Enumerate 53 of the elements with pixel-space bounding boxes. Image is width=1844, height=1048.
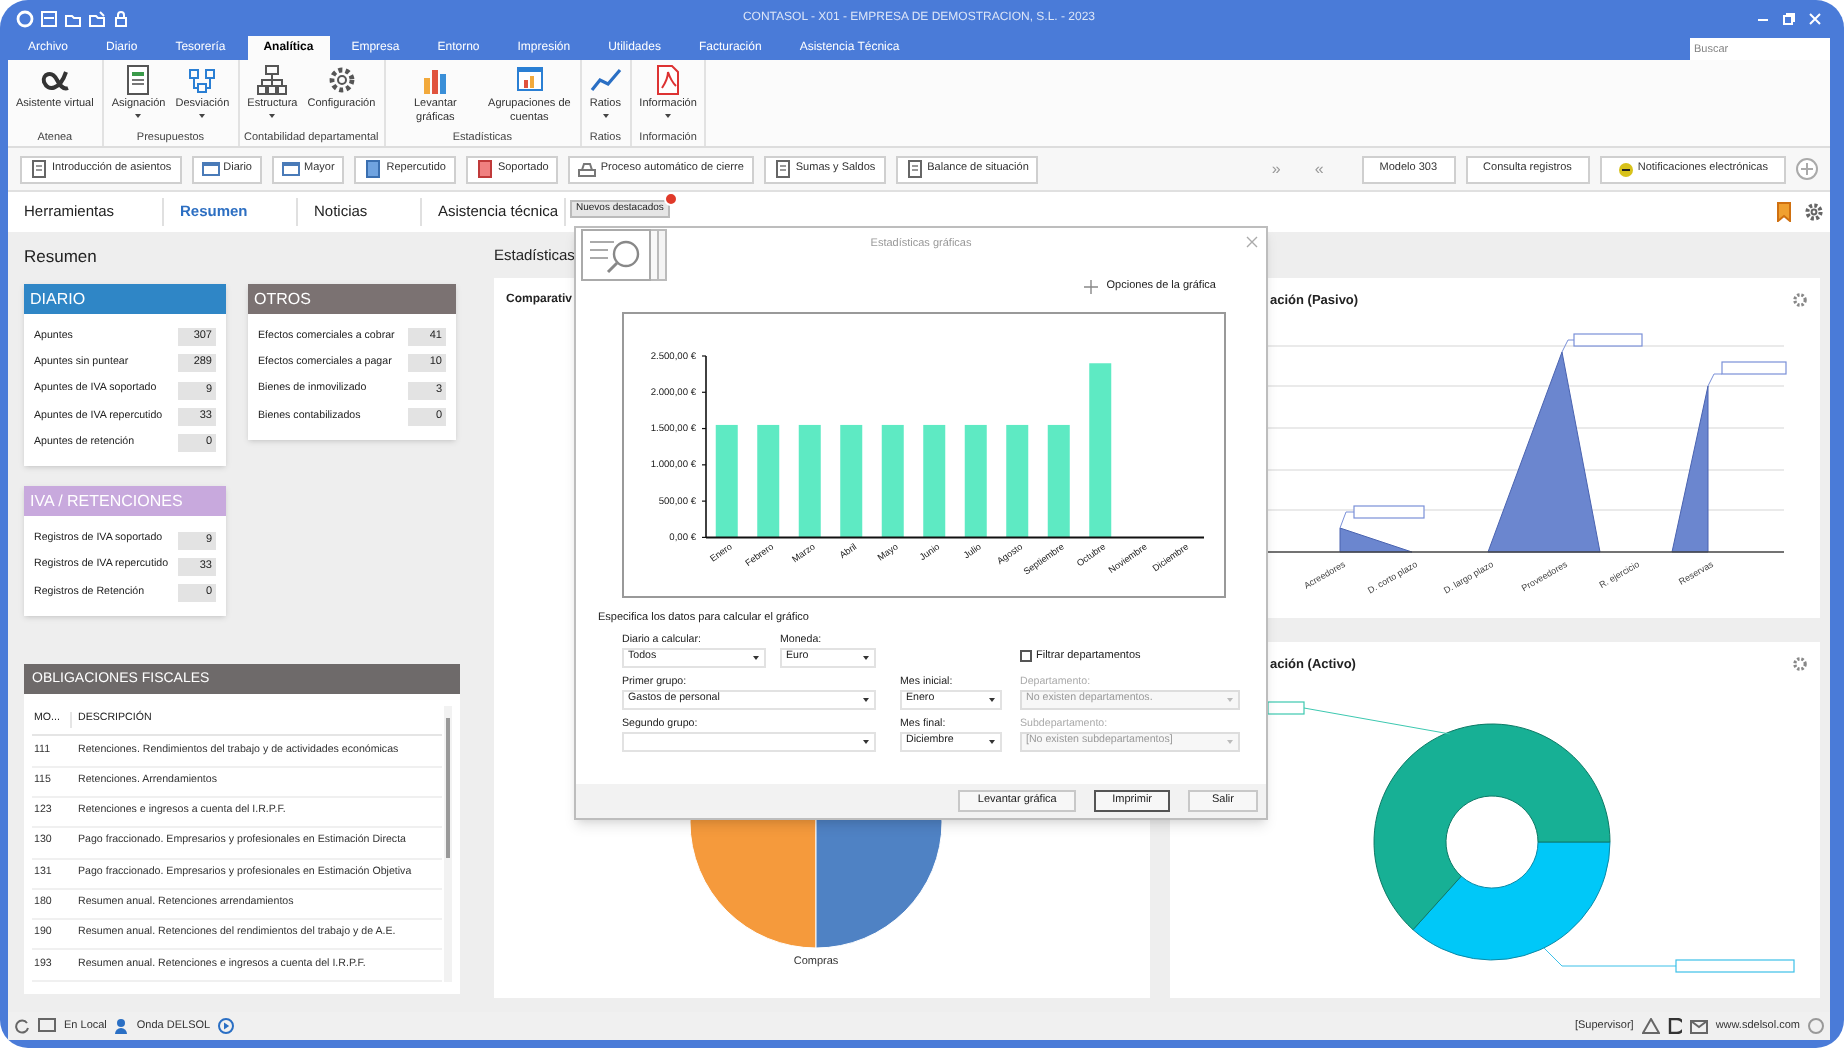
bar [1047, 424, 1070, 538]
org-chart-icon [256, 64, 289, 96]
add-icon [1084, 279, 1099, 293]
window-icon [282, 160, 300, 178]
bar [757, 424, 780, 538]
caret-icon [862, 738, 870, 746]
caret-icon [862, 654, 870, 662]
bar [923, 424, 946, 538]
caret-icon [1226, 696, 1234, 704]
folder-icon [88, 9, 106, 27]
caret-icon [752, 654, 760, 662]
bar [1006, 424, 1029, 538]
panel-header: DIARIO [24, 284, 226, 314]
play-icon[interactable] [218, 1018, 235, 1034]
warning-icon[interactable] [1641, 1018, 1660, 1034]
lock-icon [112, 9, 130, 27]
bookmark-icon[interactable] [1776, 202, 1792, 222]
close-icon[interactable] [1246, 236, 1258, 248]
value-tag [1339, 505, 1425, 529]
section-title: Resumen [24, 244, 99, 268]
panel-header: OTROS [248, 284, 456, 314]
scrollbar[interactable] [444, 706, 452, 982]
folder-icon [64, 9, 82, 27]
tray-icon [578, 160, 597, 178]
diagram-icon [186, 64, 219, 96]
caret-icon [862, 696, 870, 704]
window-icon [201, 160, 220, 178]
add-icon[interactable] [1796, 158, 1818, 180]
monitor-icon [38, 1018, 56, 1034]
gear-icon [325, 64, 358, 96]
caret-icon [988, 696, 996, 704]
caret-icon [1226, 738, 1234, 746]
person-icon [114, 1018, 129, 1034]
value-tag [1707, 361, 1787, 387]
dropdown-field[interactable] [622, 732, 876, 752]
refresh-icon[interactable] [14, 1018, 30, 1034]
checkbox[interactable] [1020, 649, 1032, 662]
bar [715, 424, 738, 538]
bar [881, 424, 904, 538]
bar [964, 424, 987, 538]
panel-header: IVA / RETENCIONES [24, 486, 226, 517]
value-tag [1561, 333, 1643, 353]
restore-icon[interactable] [1782, 11, 1796, 25]
app-logo-icon [16, 9, 34, 27]
line-chart-icon [589, 64, 622, 96]
gear-icon[interactable] [1792, 656, 1808, 672]
gear-icon[interactable] [1792, 292, 1808, 308]
bar [798, 424, 821, 538]
mail-icon[interactable] [1689, 1019, 1708, 1033]
caret-icon [988, 738, 996, 746]
bar-chart-icon [419, 64, 452, 96]
bar [840, 424, 863, 538]
gear-icon[interactable] [1804, 202, 1824, 222]
